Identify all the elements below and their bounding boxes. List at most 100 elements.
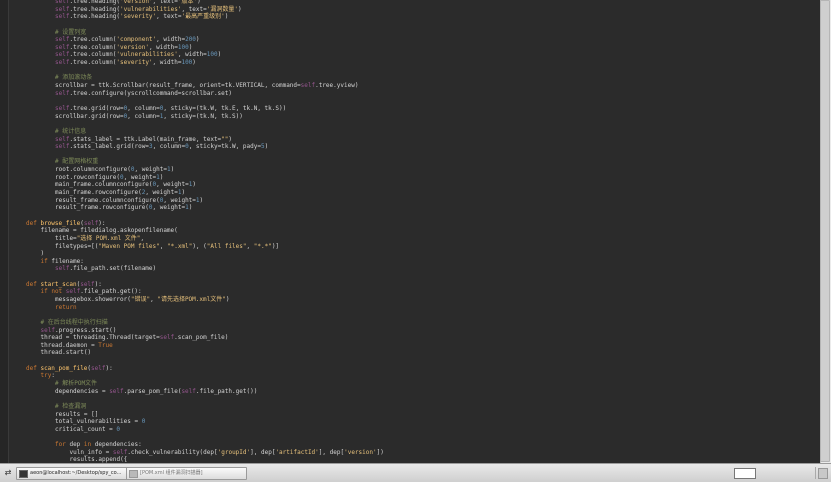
code-token: .tree.yview) [315,82,359,90]
code-token: 'version' [344,448,377,456]
code-line: self.tree.heading('severity', text='最高严重… [26,13,819,21]
code-area[interactable]: self.tree.heading('version', text='版本') s… [26,0,819,463]
code-token: '漏洞数量' [206,5,238,13]
code-token: title= [55,234,77,242]
code-token: "*.*" [253,242,272,250]
code-line: thread.start() [26,349,819,357]
code-token: ) [237,5,242,13]
code-token: , weight= [152,204,186,212]
code-token: "*.xml" [167,242,193,250]
vertical-scrollbar[interactable] [820,0,831,463]
code-line: scrollbar = ttk.Scrollbar(result_frame, … [26,82,819,90]
code-token: , weight= [134,166,167,174]
code-line: dependencies = self.parse_pom_file(self.… [26,388,819,396]
workspace-switcher[interactable] [734,468,756,479]
code-token: .tree.column( [69,59,117,67]
code-line: # 在后台线程中执行扫描 [26,319,819,327]
code-token: , width= [152,59,182,67]
code-token: , weight= [123,173,157,181]
code-line: main_frame.columnconfigure(0, weight=1) [26,181,819,189]
code-token: self [55,143,70,151]
code-token: ) [199,196,204,204]
code-token: .progress.start() [54,326,117,334]
code-token: ): [94,280,102,288]
code-line: # 统计信息 [26,128,819,136]
code-token: ) [225,295,230,303]
code-token: ) [192,59,196,67]
code-token: , sticky=(tk.W, tk.E, tk.N, tk.S)) [163,104,287,112]
code-token: filename: [51,257,84,265]
code-token: ) [188,43,193,51]
editor-gutter [0,0,9,463]
code-editor[interactable]: self.tree.heading('version', text='版本') s… [0,0,831,463]
code-line: # 检查漏洞 [26,403,819,411]
code-token: self [159,334,175,342]
code-token: , sticky=tk.W, pady= [188,143,261,151]
code-token: .tree.configure(yscrollcommand=scrollbar… [69,89,233,97]
code-token: self [80,280,95,288]
code-token: "All files" [206,242,247,250]
code-token: browse_file [40,219,81,227]
code-token: self [91,364,106,372]
code-token: self [83,219,99,227]
code-token: ) [197,0,201,5]
code-line: # 添加滚动条 [26,74,819,82]
code-token: ) [192,181,196,189]
code-line: result_frame.columnconfigure(0, weight=1… [26,197,819,205]
code-token: self [55,59,70,67]
code-token: , sticky=(tk.N, tk.S)) [163,112,243,120]
code-line: return [26,304,819,312]
code-token: def [26,364,41,372]
code-token: try [40,372,52,380]
code-token: self [55,265,70,273]
code-token: 0 [141,418,146,426]
code-token: .stats_label = ttk.Label(main_frame, tex… [69,135,222,143]
code-token: # 配置网格权重 [55,158,99,166]
terminal-icon [19,470,28,478]
code-token: .check_vulnerability(dep[ [127,448,218,456]
code-token: thread.daemon = [40,341,99,349]
code-token: ) [228,135,233,143]
code-token: ) [224,13,229,21]
code-token: , width= [156,36,186,44]
taskbar-item-label: aeon@localhost:~/Desktop/spy_co... [30,470,122,476]
code-token: ) [40,250,45,258]
code-line: # 设置列宽 [26,29,819,37]
taskbar-item-terminal[interactable]: aeon@localhost:~/Desktop/spy_co... [16,467,137,480]
code-line: def browse_file(self): [26,220,819,228]
code-token: 'severity' [116,59,153,67]
code-line: self.file_path.set(filename) [26,265,819,273]
code-line: thread.daemon = True [26,342,819,350]
code-token: 'vulnerabilities' [116,51,178,59]
code-token: , text= [152,0,178,5]
code-token: critical_count = [55,425,117,433]
code-token: 'severity' [120,13,157,21]
code-token: dependencies: [94,441,142,449]
code-line: for dep in dependencies: [26,441,819,449]
code-token: .tree.heading( [69,5,121,13]
code-line: title="选择 POM.xml 文件", [26,235,819,243]
code-token: , text= [156,13,182,21]
code-token: main_frame.columnconfigure( [55,181,153,189]
scrollbar-thumb[interactable] [820,0,830,462]
code-line: filename = filedialog.askopenfilename( [26,227,819,235]
code-token: ) [159,173,164,181]
code-token: ) [217,51,222,59]
code-token: .parse_pom_file( [123,387,182,395]
code-token: def [26,280,41,288]
code-token: # 统计信息 [55,127,87,135]
code-token: 100 [181,59,193,67]
window-list-icon[interactable]: ⇄ [3,468,13,478]
code-token: self [55,135,70,143]
taskbar-item-scanner[interactable]: [POM.xml 组件漏洞扫描器] [126,467,247,480]
code-token: "错误" [130,295,151,303]
notification-area-icon[interactable] [818,468,828,479]
